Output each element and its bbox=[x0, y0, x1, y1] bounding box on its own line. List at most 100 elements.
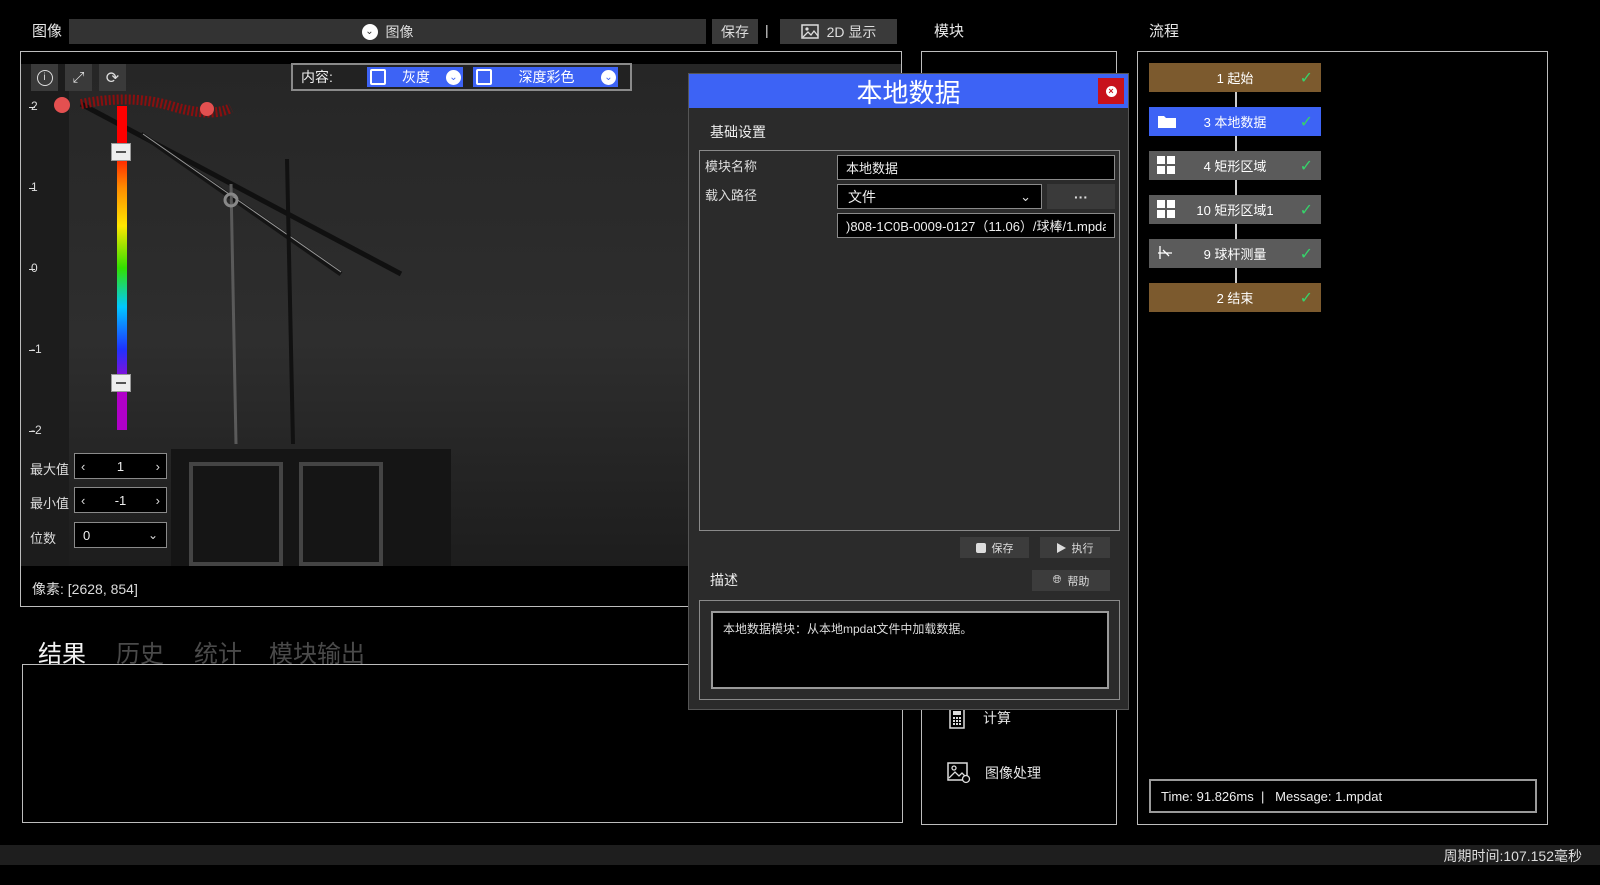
chevron-right-icon[interactable]: › bbox=[156, 459, 160, 474]
image-save-button[interactable]: 保存 bbox=[712, 19, 758, 44]
image-processing-icon bbox=[947, 762, 971, 784]
flow-node-label: 4 矩形区域 bbox=[1203, 159, 1267, 174]
grid-icon bbox=[1157, 156, 1175, 174]
check-icon: ✓ bbox=[1299, 246, 1313, 263]
flow-node-label: 2 结束 bbox=[1216, 291, 1254, 306]
check-icon: ✓ bbox=[1299, 290, 1313, 307]
chevron-down-icon: ⌄ bbox=[147, 528, 158, 542]
measure-icon bbox=[1158, 246, 1172, 259]
run-label: 执行 bbox=[1071, 542, 1094, 555]
display-mode-label: 2D 显示 bbox=[826, 23, 877, 40]
description-heading: 描述 bbox=[710, 572, 738, 588]
dialog-close-button[interactable]: × bbox=[1098, 78, 1124, 104]
display-mode-button[interactable]: 2D 显示 bbox=[780, 19, 897, 44]
module-image-processing[interactable]: 图像处理 bbox=[947, 762, 1041, 784]
flow-status-bar: Time: 91.826ms | Message: 1.mpdat bbox=[1149, 779, 1537, 813]
image-source-value: 图像 bbox=[385, 23, 414, 40]
digits-select[interactable]: 0 ⌄ bbox=[74, 522, 167, 548]
dialog-title: 本地数据 bbox=[856, 77, 961, 108]
dialog-title-bar[interactable]: 本地数据 bbox=[689, 74, 1128, 108]
min-stepper[interactable]: ‹ -1 › bbox=[74, 487, 167, 513]
depth-color-option[interactable]: 深度彩色 ⌄ bbox=[473, 67, 618, 87]
info-icon: i bbox=[36, 69, 53, 86]
min-slider-handle[interactable] bbox=[111, 374, 131, 392]
chevron-left-icon[interactable]: ‹ bbox=[81, 493, 85, 508]
description-text: 本地数据模块：从本地mpdat文件中加载数据。 bbox=[711, 611, 1109, 689]
flow-node-label: 9 球杆测量 bbox=[1203, 247, 1267, 262]
flow-panel: 1 起始 ✓ 3 本地数据 ✓ 4 矩形区域 ✓ 10 矩形区域1 ✓ 9 球杆测量 ✓ … bbox=[1137, 51, 1548, 825]
depth-checkbox[interactable] bbox=[476, 69, 492, 85]
check-icon: ✓ bbox=[1299, 114, 1313, 131]
dialog-save-label: 保存 bbox=[991, 542, 1014, 555]
pixel-info: 像素: [2628, 854] bbox=[32, 581, 138, 597]
load-path-label: 载入路径 bbox=[705, 188, 758, 203]
basic-settings-box: 模块名称 载入路径 文件 ⌄ ··· bbox=[699, 150, 1120, 531]
chevron-left-icon[interactable]: ‹ bbox=[81, 459, 85, 474]
chevron-right-icon[interactable]: › bbox=[156, 493, 160, 508]
content-label: 内容: bbox=[301, 69, 333, 85]
flow-node-local-data[interactable]: 3 本地数据 ✓ bbox=[1149, 107, 1321, 136]
cycle-time: 周期时间:107.152毫秒 bbox=[1443, 848, 1583, 864]
module-name-label: 模块名称 bbox=[705, 159, 758, 174]
image-source-select[interactable]: ⌄ 图像 bbox=[69, 19, 706, 44]
chevron-down-icon[interactable]: ⌄ bbox=[601, 69, 616, 85]
min-label: 最小值 bbox=[30, 496, 70, 511]
refresh-icon: ⟳ bbox=[105, 69, 120, 87]
info-button[interactable]: i bbox=[31, 64, 58, 91]
fit-view-button[interactable]: ⤢ bbox=[65, 64, 92, 91]
module-name-input[interactable] bbox=[837, 155, 1115, 180]
globe-icon: 🌐︎ bbox=[1052, 574, 1062, 586]
flow-node-rect-region-1[interactable]: 10 矩形区域1 ✓ bbox=[1149, 195, 1321, 224]
flow-node-cue-measure[interactable]: 9 球杆测量 ✓ bbox=[1149, 239, 1321, 268]
max-slider-handle[interactable] bbox=[111, 143, 131, 161]
folder-icon bbox=[1158, 116, 1176, 128]
module-panel-title: 模块 bbox=[934, 23, 965, 40]
help-label: 帮助 bbox=[1067, 575, 1090, 588]
path-input[interactable] bbox=[837, 213, 1115, 238]
image-panel-title: 图像 bbox=[32, 23, 63, 40]
browse-button[interactable]: ··· bbox=[1047, 184, 1115, 209]
header-separator: | bbox=[765, 22, 769, 38]
check-icon: ✓ bbox=[1299, 70, 1313, 87]
scale-tick: 2 bbox=[31, 99, 38, 113]
basic-settings-heading: 基础设置 bbox=[710, 124, 766, 140]
scale-tick: 0 bbox=[31, 261, 38, 275]
max-value[interactable]: 1 bbox=[117, 459, 124, 474]
gray-option-label: 灰度 bbox=[402, 69, 430, 85]
content-selector: 内容: 灰度 ⌄ 深度彩色 ⌄ bbox=[291, 63, 632, 91]
digits-value: 0 bbox=[83, 527, 91, 543]
chevron-down-icon: ⌄ bbox=[361, 23, 378, 40]
gray-option[interactable]: 灰度 ⌄ bbox=[367, 67, 463, 87]
grid-icon bbox=[1157, 200, 1175, 218]
expand-icon: ⤢ bbox=[72, 69, 85, 86]
flow-node-end[interactable]: 2 结束 ✓ bbox=[1149, 283, 1321, 312]
refresh-button[interactable]: ⟳ bbox=[99, 64, 126, 91]
description-box: 本地数据模块：从本地mpdat文件中加载数据。 bbox=[699, 600, 1120, 700]
dialog-save-button[interactable]: 保存 bbox=[960, 537, 1029, 558]
chevron-down-icon[interactable]: ⌄ bbox=[446, 69, 461, 85]
module-calc-label: 计算 bbox=[983, 710, 1011, 726]
flow-node-rect-region[interactable]: 4 矩形区域 ✓ bbox=[1149, 151, 1321, 180]
save-icon bbox=[975, 542, 986, 553]
gray-checkbox[interactable] bbox=[370, 69, 386, 85]
flow-node-start[interactable]: 1 起始 ✓ bbox=[1149, 63, 1321, 92]
min-value[interactable]: -1 bbox=[115, 493, 127, 508]
scale-tick: 1 bbox=[31, 180, 38, 194]
flow-panel-title: 流程 bbox=[1149, 23, 1180, 40]
module-calc[interactable]: 计算 bbox=[947, 707, 1011, 729]
check-icon: ✓ bbox=[1299, 202, 1313, 219]
scale-tick: -2 bbox=[31, 423, 42, 437]
scale-tick: -1 bbox=[31, 342, 42, 356]
image-icon bbox=[800, 24, 819, 39]
flow-node-label: 10 矩形区域1 bbox=[1196, 203, 1274, 218]
max-stepper[interactable]: ‹ 1 › bbox=[74, 453, 167, 479]
check-icon: ✓ bbox=[1299, 158, 1313, 175]
calculator-icon bbox=[949, 707, 965, 729]
digits-label: 位数 bbox=[30, 531, 57, 546]
load-source-select[interactable]: 文件 ⌄ bbox=[837, 184, 1042, 209]
help-button[interactable]: 🌐︎ 帮助 bbox=[1032, 570, 1110, 591]
footer-bar: 周期时间:107.152毫秒 bbox=[0, 845, 1600, 865]
run-button[interactable]: 执行 bbox=[1040, 537, 1110, 558]
local-data-dialog: 本地数据 × 基础设置 模块名称 载入路径 文件 ⌄ ··· 保存 执行 描述 … bbox=[688, 73, 1129, 710]
module-image-processing-label: 图像处理 bbox=[985, 765, 1041, 781]
